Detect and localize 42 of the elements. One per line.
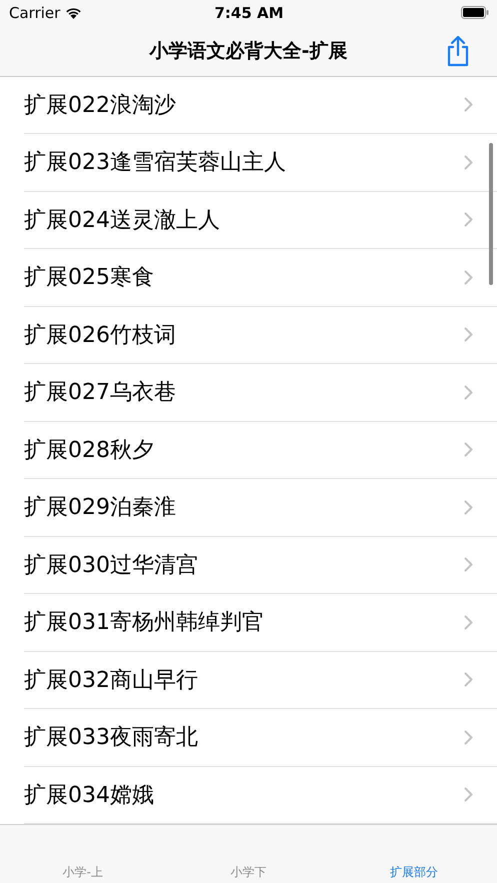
battery-icon [461, 6, 490, 20]
list-row[interactable]: 扩展028秋夕 [24, 422, 497, 480]
row-title: 扩展034嫦娥 [24, 782, 154, 810]
row-title: 扩展033夜雨寄北 [24, 724, 198, 752]
row-title: 扩展030过华清宫 [24, 552, 198, 580]
row-title: 扩展023逢雪宿芙蓉山主人 [24, 149, 286, 178]
chevron-icon [464, 557, 473, 572]
row-title: 扩展026竹枝词 [24, 322, 176, 350]
chevron-icon [464, 787, 473, 802]
share-button[interactable] [445, 34, 471, 67]
list-row[interactable]: 扩展026竹枝词 [24, 306, 497, 364]
row-title: 扩展022浪淘沙 [24, 92, 176, 120]
list-row[interactable]: 扩展032商山早行 [24, 652, 497, 710]
wifi-icon [65, 6, 82, 19]
chevron-icon [464, 730, 473, 745]
clock-time: 7:45 AM [214, 4, 284, 22]
chevron-icon [464, 327, 473, 342]
row-title: 扩展031寄杨州韩绰判官 [24, 609, 264, 638]
chevron-icon [464, 672, 473, 688]
nav-title: 小学语文必背大全-扩展 [150, 38, 348, 64]
row-title: 扩展028秋夕 [24, 436, 154, 465]
list-row[interactable]: 扩展033夜雨寄北 [24, 709, 497, 767]
chevron-icon [464, 384, 473, 400]
row-title: 扩展025寒食 [24, 264, 154, 292]
chevron-icon [464, 154, 473, 170]
chevron-icon [464, 97, 473, 112]
row-title: 扩展029泊秦淮 [24, 494, 176, 522]
row-title: 扩展027乌衣巷 [24, 379, 176, 408]
list-row[interactable]: 扩展029泊秦淮 [24, 479, 497, 537]
chevron-icon [464, 500, 473, 515]
list-row[interactable]: 扩展027乌衣巷 [24, 364, 497, 422]
row-title: 扩展032商山早行 [24, 666, 198, 695]
carrier-label: Carrier [9, 4, 60, 22]
list-row[interactable]: 扩展022浪淘沙 [24, 76, 497, 134]
chevron-icon [464, 270, 473, 285]
chevron-icon [464, 614, 473, 630]
chevron-icon [464, 212, 473, 228]
list-row[interactable]: 扩展031寄杨州韩绰判官 [24, 594, 497, 652]
row-title: 扩展024送灵澈上人 [24, 206, 220, 235]
list-row[interactable]: 扩展030过华清宫 [24, 536, 497, 594]
chevron-icon [464, 442, 473, 458]
tab-item[interactable]: 扩展部分 [331, 825, 497, 883]
